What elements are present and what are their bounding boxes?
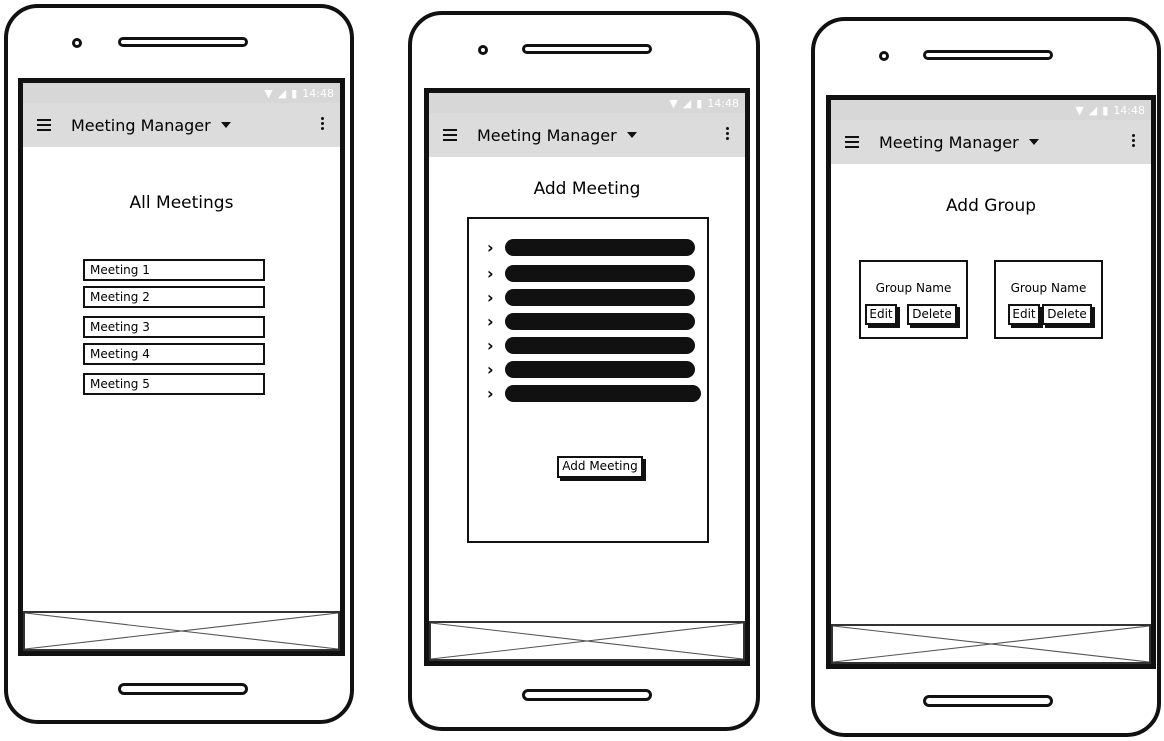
redacted-text <box>505 336 695 354</box>
screen-add-meeting: ▼ ◢ ▮ 14:48 Meeting Manager Add Meeting … <box>424 88 750 666</box>
tree-row[interactable]: › <box>487 263 695 283</box>
tree-row[interactable]: › <box>487 287 695 307</box>
chevron-right-icon: › <box>487 237 494 257</box>
group-name: Group Name <box>875 281 952 295</box>
screen-all-meetings: ▼ ◢ ▮ 14:48 Meeting Manager All Meetings… <box>18 78 345 656</box>
app-title: Meeting Manager <box>477 125 617 145</box>
redacted-text <box>505 360 695 378</box>
ad-banner-placeholder <box>429 621 745 661</box>
delete-button[interactable]: Delete <box>907 304 957 325</box>
wifi-icon: ▼ <box>669 96 678 110</box>
redacted-text <box>505 384 701 402</box>
camera-icon <box>879 51 889 61</box>
home-button[interactable] <box>522 689 652 701</box>
home-button[interactable] <box>118 683 248 695</box>
hamburger-icon[interactable] <box>443 129 457 141</box>
meeting-item[interactable]: Meeting 1 <box>83 259 265 281</box>
hamburger-icon[interactable] <box>845 136 859 148</box>
edit-button[interactable]: Edit <box>1008 304 1040 325</box>
speaker-grille <box>923 50 1053 60</box>
wifi-icon: ▼ <box>1075 103 1084 117</box>
caret-down-icon[interactable] <box>220 122 231 128</box>
tree-row[interactable]: › <box>487 311 695 331</box>
home-button[interactable] <box>923 695 1053 707</box>
meeting-item[interactable]: Meeting 2 <box>83 286 265 308</box>
delete-button[interactable]: Delete <box>1042 304 1092 325</box>
chevron-right-icon: › <box>487 287 494 307</box>
status-bar: ▼ ◢ ▮ 14:48 <box>23 83 340 103</box>
chevron-right-icon: › <box>487 335 494 355</box>
signal-icon: ◢ <box>682 96 692 110</box>
meeting-item[interactable]: Meeting 3 <box>83 316 265 338</box>
redacted-text <box>505 288 695 306</box>
group-name: Group Name <box>1010 281 1087 295</box>
chevron-right-icon: › <box>487 359 494 379</box>
group-card: Group Name Edit Delete <box>859 260 968 339</box>
battery-icon: ▮ <box>696 96 703 110</box>
hamburger-icon[interactable] <box>37 119 51 131</box>
page-title: Add Meeting <box>533 179 641 199</box>
redacted-text <box>505 264 695 282</box>
phone-frame-add-group: ▼ ◢ ▮ 14:48 Meeting Manager Add Group Gr… <box>811 17 1161 737</box>
chevron-right-icon: › <box>487 263 494 283</box>
battery-icon: ▮ <box>291 86 298 100</box>
status-bar: ▼ ◢ ▮ 14:48 <box>831 100 1151 120</box>
status-time: 14:48 <box>1113 103 1145 117</box>
meeting-item[interactable]: Meeting 5 <box>83 373 265 395</box>
app-bar: Meeting Manager <box>831 120 1151 164</box>
caret-down-icon[interactable] <box>626 132 637 138</box>
chevron-right-icon: › <box>487 311 494 331</box>
add-meeting-button[interactable]: Add Meeting <box>557 456 643 478</box>
signal-icon: ◢ <box>1088 103 1098 117</box>
tree-row[interactable]: › <box>487 383 701 403</box>
status-time: 14:48 <box>302 86 334 100</box>
app-bar: Meeting Manager <box>429 113 745 157</box>
kebab-icon[interactable] <box>1132 134 1135 147</box>
speaker-grille <box>118 37 248 47</box>
redacted-text <box>505 238 695 256</box>
meeting-item[interactable]: Meeting 4 <box>83 343 265 365</box>
screen-add-group: ▼ ◢ ▮ 14:48 Meeting Manager Add Group Gr… <box>826 95 1156 669</box>
ad-banner-placeholder <box>23 611 340 651</box>
camera-icon <box>72 38 82 48</box>
page-title: Add Group <box>945 196 1037 216</box>
tree-row[interactable]: › <box>487 335 695 355</box>
phone-frame-all-meetings: ▼ ◢ ▮ 14:48 Meeting Manager All Meetings… <box>4 4 354 724</box>
app-title: Meeting Manager <box>71 115 211 135</box>
camera-icon <box>478 45 488 55</box>
status-time: 14:48 <box>707 96 739 110</box>
tree-row[interactable]: › <box>487 359 695 379</box>
app-title: Meeting Manager <box>879 132 1019 152</box>
status-bar: ▼ ◢ ▮ 14:48 <box>429 93 745 113</box>
ad-banner-placeholder <box>831 624 1151 664</box>
tree-row[interactable]: › <box>487 237 695 257</box>
chevron-right-icon: › <box>487 383 494 403</box>
battery-icon: ▮ <box>1102 103 1109 117</box>
page-title: All Meetings <box>129 193 234 213</box>
group-card: Group Name Edit Delete <box>994 260 1103 339</box>
edit-button[interactable]: Edit <box>865 304 897 325</box>
caret-down-icon[interactable] <box>1028 139 1039 145</box>
app-bar: Meeting Manager <box>23 103 340 147</box>
phone-frame-add-meeting: ▼ ◢ ▮ 14:48 Meeting Manager Add Meeting … <box>408 11 760 731</box>
signal-icon: ◢ <box>277 86 287 100</box>
kebab-icon[interactable] <box>321 117 324 130</box>
wifi-icon: ▼ <box>264 86 273 100</box>
kebab-icon[interactable] <box>726 127 729 140</box>
meeting-form-panel: › › › › › › › Add Meeting <box>467 217 709 543</box>
redacted-text <box>505 312 695 330</box>
speaker-grille <box>522 44 652 54</box>
